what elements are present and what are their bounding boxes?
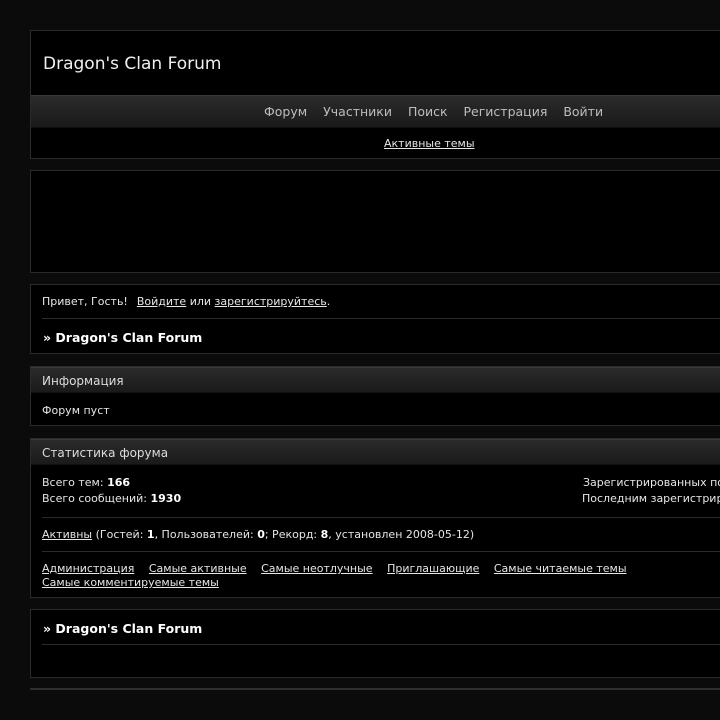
- topics-value: 166: [107, 476, 131, 489]
- nav-register[interactable]: Регистрация: [464, 104, 548, 119]
- welcome-panel: Привет, Гость! Войдите или зарегистрируй…: [30, 284, 720, 354]
- welcome-text: Привет, Гость! Войдите или зарегистрируй…: [42, 295, 330, 308]
- info-header: Информация: [31, 367, 720, 393]
- last-registered: Последним зарегистрир: [582, 492, 720, 505]
- info-panel: Информация Форум пуст: [30, 366, 720, 426]
- register-link[interactable]: зарегистрируйтесь: [215, 295, 327, 308]
- divider: [42, 318, 720, 319]
- record-date: , установлен 2008-05-12): [328, 528, 475, 541]
- link-most-online[interactable]: Самые неотлучные: [261, 562, 372, 575]
- guests-value: 1: [146, 528, 155, 541]
- divider: [42, 551, 720, 552]
- stats-title: Статистика форума: [42, 446, 169, 460]
- footer-breadcrumb[interactable]: » Dragon's Clan Forum: [43, 621, 202, 636]
- or-text: или: [189, 295, 212, 308]
- greeting: Привет, Гость!: [42, 295, 128, 308]
- topics-count: Всего тем: 166: [42, 476, 130, 489]
- topics-label: Всего тем:: [42, 476, 104, 489]
- active-users-link[interactable]: Активны: [42, 528, 92, 541]
- link-administration[interactable]: Администрация: [42, 562, 134, 575]
- info-text: Форум пуст: [42, 404, 110, 417]
- nav-login[interactable]: Войти: [563, 104, 603, 119]
- info-title: Информация: [42, 374, 124, 388]
- footer-panel: » Dragon's Clan Forum: [30, 609, 720, 678]
- posts-label: Всего сообщений:: [42, 492, 147, 505]
- stats-header: Статистика форума: [31, 439, 720, 465]
- posts-count: Всего сообщений: 1930: [42, 492, 181, 505]
- period: .: [326, 295, 331, 308]
- login-link[interactable]: Войдите: [137, 295, 186, 308]
- stats-panel: Статистика форума Всего тем: 166 Всего с…: [30, 438, 720, 598]
- main-nav: Форум Участники Поиск Регистрация Войти: [31, 95, 720, 128]
- nav-search[interactable]: Поиск: [408, 104, 448, 119]
- registered-users: Зарегистрированных по: [583, 476, 720, 489]
- link-most-commented[interactable]: Самые комментируемые темы: [42, 576, 219, 589]
- breadcrumb[interactable]: » Dragon's Clan Forum: [43, 330, 202, 345]
- active-users-line: Активны (Гостей: 1, Пользователей: 0; Ре…: [42, 528, 475, 541]
- banner-area: [30, 170, 720, 273]
- forum-title: Dragon's Clan Forum: [43, 54, 222, 74]
- stats-links: Администрация Самые активные Самые неотл…: [42, 562, 627, 575]
- link-most-active[interactable]: Самые активные: [149, 562, 247, 575]
- posts-value: 1930: [150, 492, 182, 505]
- divider: [42, 517, 720, 518]
- header-panel: Dragon's Clan Forum Форум Участники Поис…: [30, 30, 720, 159]
- footer-rule: [30, 688, 720, 690]
- link-most-read[interactable]: Самые читаемые темы: [494, 562, 627, 575]
- nav-members[interactable]: Участники: [323, 104, 392, 119]
- active-topics-link[interactable]: Активные темы: [384, 137, 475, 150]
- users-value: 0: [257, 528, 265, 541]
- link-inviters[interactable]: Приглашающие: [387, 562, 479, 575]
- nav-forum[interactable]: Форум: [264, 104, 307, 119]
- divider: [42, 644, 720, 645]
